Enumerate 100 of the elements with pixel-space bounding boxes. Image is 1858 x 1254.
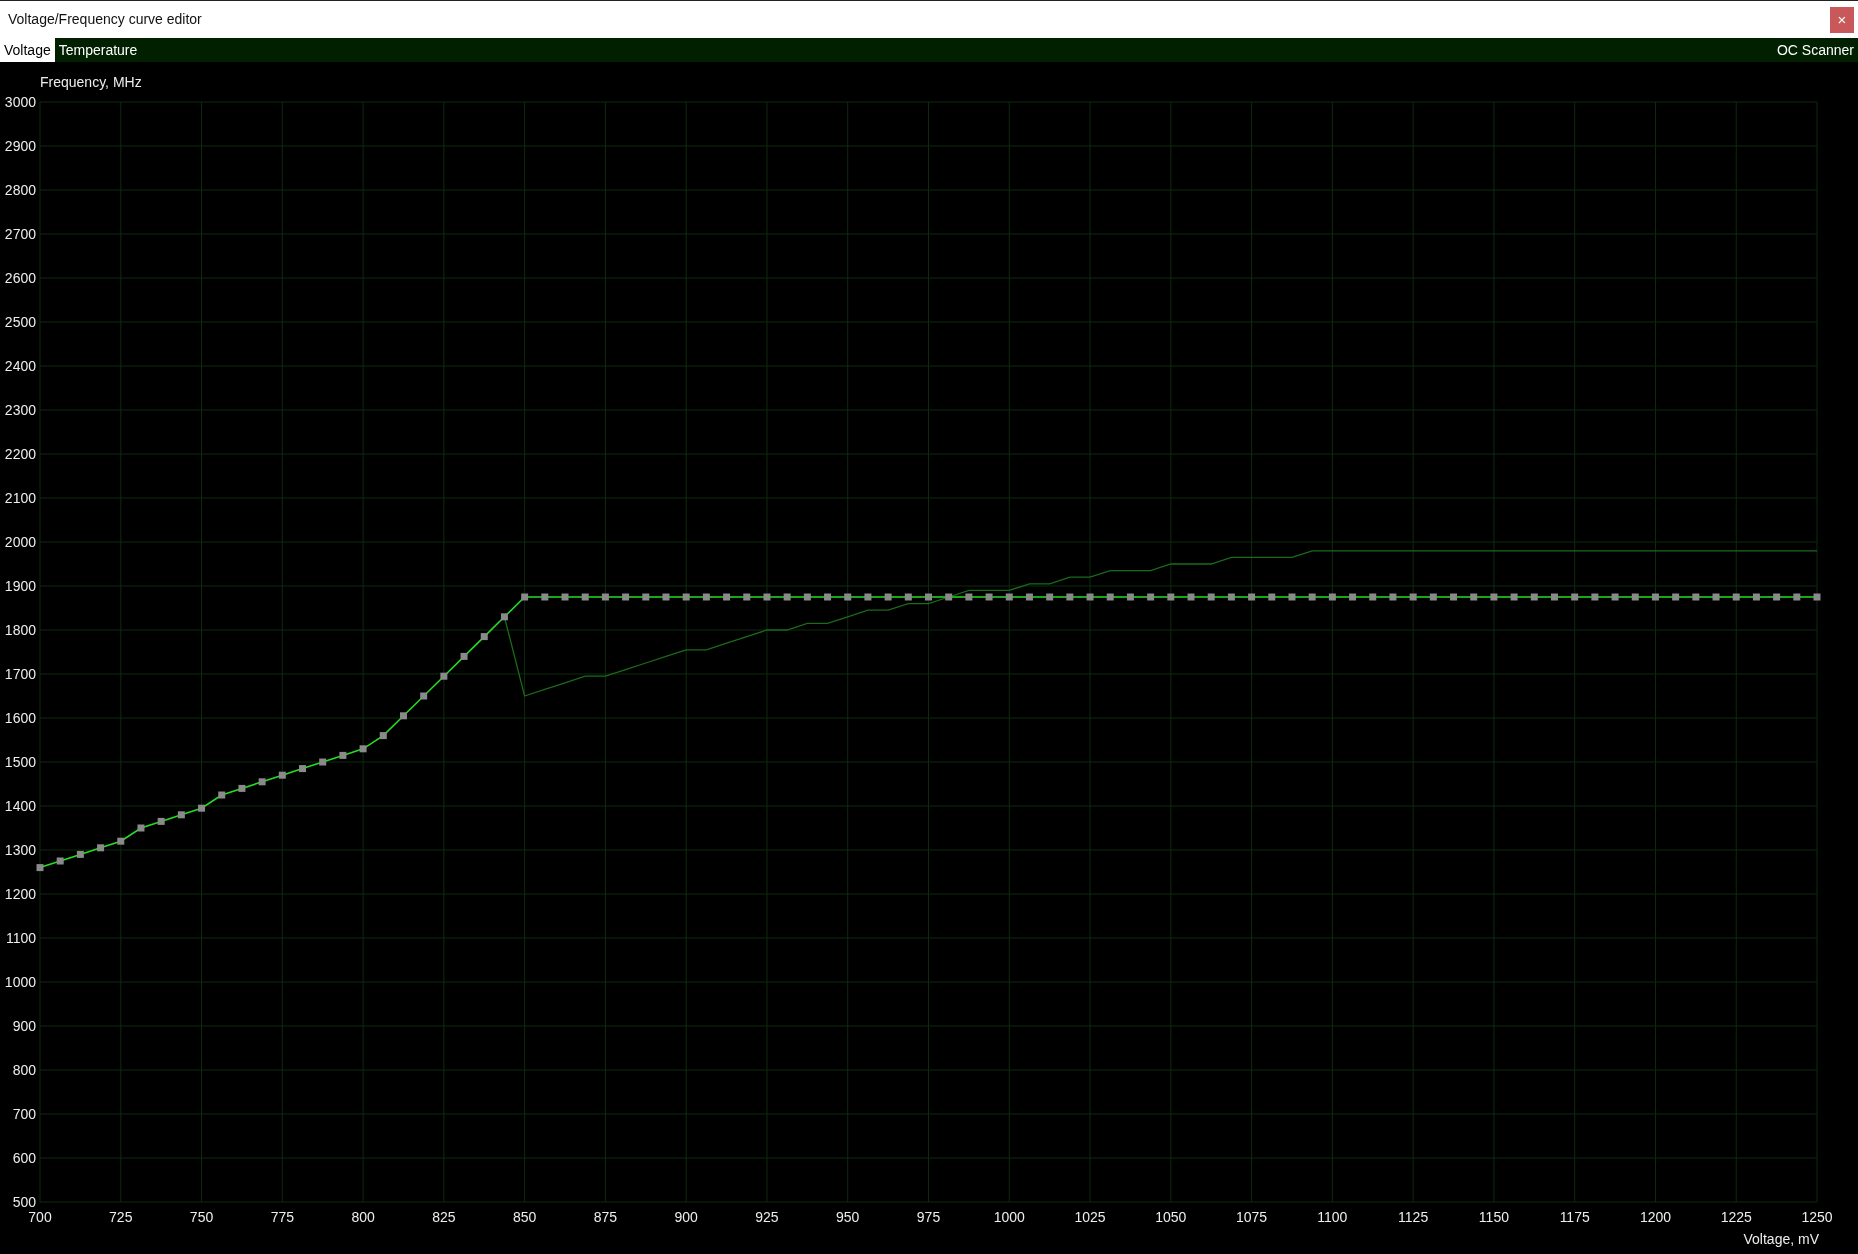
curve-point[interactable]	[1611, 593, 1619, 601]
curve-point[interactable]	[622, 593, 630, 601]
tab[interactable]: Voltage	[0, 38, 55, 62]
curve-point[interactable]	[1288, 593, 1296, 601]
curve-point[interactable]	[238, 784, 246, 792]
curve-point[interactable]	[581, 593, 589, 601]
curve-point[interactable]	[339, 751, 347, 759]
x-tick-label: 1075	[1236, 1209, 1268, 1225]
curve-point[interactable]	[1389, 593, 1397, 601]
y-tick-label: 2600	[4, 270, 36, 286]
curve-point[interactable]	[702, 593, 710, 601]
curve-point[interactable]	[1207, 593, 1215, 601]
curve-point[interactable]	[1349, 593, 1357, 601]
y-tick-label: 1400	[4, 798, 36, 814]
curve-point[interactable]	[1712, 593, 1720, 601]
curve-point[interactable]	[904, 593, 912, 601]
curve-point[interactable]	[420, 692, 428, 700]
x-tick-label: 800	[351, 1209, 375, 1225]
oc-scanner-button[interactable]: OC Scanner	[1772, 38, 1858, 62]
curve-point[interactable]	[1248, 593, 1256, 601]
curve-point[interactable]	[258, 778, 266, 786]
curve-point[interactable]	[500, 613, 508, 621]
curve-point[interactable]	[1066, 593, 1074, 601]
x-tick-label: 1150	[1478, 1209, 1509, 1225]
curve-point[interactable]	[1510, 593, 1518, 601]
curve-point[interactable]	[359, 745, 367, 753]
curve-point[interactable]	[299, 765, 306, 773]
curve-point[interactable]	[723, 593, 731, 601]
curve-point[interactable]	[1773, 593, 1781, 601]
curve-point[interactable]	[1732, 593, 1740, 601]
curve-point[interactable]	[965, 593, 973, 601]
curve-point[interactable]	[844, 593, 852, 601]
curve-point[interactable]	[1046, 593, 1054, 601]
curve-point[interactable]	[1429, 593, 1437, 601]
curve-point[interactable]	[1147, 593, 1155, 601]
curve-point[interactable]	[379, 732, 387, 740]
curve-point[interactable]	[480, 633, 488, 641]
curve-point[interactable]	[278, 771, 286, 779]
curve-point[interactable]	[56, 857, 64, 865]
x-tick-label: 1000	[993, 1209, 1025, 1225]
curve-point[interactable]	[803, 593, 811, 601]
curve-point[interactable]	[682, 593, 690, 601]
curve-point[interactable]	[1308, 593, 1316, 601]
curve-point[interactable]	[1752, 593, 1760, 601]
curve-point[interactable]	[945, 593, 953, 601]
curve-point[interactable]	[440, 672, 448, 680]
curve-point[interactable]	[1086, 593, 1094, 601]
curve-point[interactable]	[1106, 593, 1114, 601]
y-tick-label: 2100	[4, 490, 36, 506]
curve-point[interactable]	[177, 811, 185, 819]
curve-point[interactable]	[743, 593, 751, 601]
curve-point[interactable]	[1268, 593, 1276, 601]
curve-point[interactable]	[137, 824, 145, 832]
curve-point[interactable]	[1328, 593, 1336, 601]
curve-point[interactable]	[884, 593, 892, 601]
curve-point[interactable]	[1409, 593, 1417, 601]
curve-point[interactable]	[1005, 593, 1013, 601]
curve-point[interactable]	[157, 817, 165, 825]
curve-point[interactable]	[662, 593, 670, 601]
curve-point[interactable]	[1227, 593, 1235, 601]
x-tick-label: 925	[755, 1209, 779, 1225]
curve-point[interactable]	[1126, 593, 1134, 601]
curve-point[interactable]	[601, 593, 609, 601]
curve-point[interactable]	[541, 593, 549, 601]
curve-point[interactable]	[117, 837, 125, 845]
curve-point[interactable]	[561, 593, 569, 601]
curve-point[interactable]	[1793, 593, 1801, 601]
curve-point[interactable]	[1813, 593, 1821, 601]
x-tick-label: 750	[189, 1209, 214, 1225]
y-tick-label: 1500	[4, 754, 36, 770]
curve-point[interactable]	[319, 758, 327, 766]
curve-point[interactable]	[783, 593, 791, 601]
curve-point[interactable]	[36, 864, 44, 872]
curve-point[interactable]	[1025, 593, 1033, 601]
curve-point[interactable]	[1651, 593, 1659, 601]
y-tick-label: 1300	[4, 842, 36, 858]
curve-point[interactable]	[1187, 593, 1195, 601]
curve-point[interactable]	[460, 652, 468, 660]
curve-point[interactable]	[864, 593, 872, 601]
curve-point[interactable]	[1571, 593, 1579, 601]
curve-point[interactable]	[1167, 593, 1175, 601]
curve-point[interactable]	[1369, 593, 1377, 601]
close-button[interactable]: ×	[1830, 6, 1854, 33]
curve-point[interactable]	[400, 712, 407, 720]
curve-point[interactable]	[198, 804, 206, 812]
curve-point[interactable]	[763, 593, 771, 601]
curve-point[interactable]	[76, 850, 84, 858]
curve-point[interactable]	[1490, 593, 1498, 601]
curve-point[interactable]	[1591, 593, 1599, 601]
curve-point[interactable]	[1672, 593, 1680, 601]
curve-point[interactable]	[218, 791, 226, 799]
curve-point[interactable]	[824, 593, 832, 601]
curve-point[interactable]	[1692, 593, 1700, 601]
curve-point[interactable]	[521, 593, 529, 601]
curve-point[interactable]	[985, 593, 993, 601]
curve-point[interactable]	[642, 593, 650, 601]
curve-point[interactable]	[97, 844, 105, 852]
curve-point[interactable]	[1530, 593, 1538, 601]
curve-point[interactable]	[1631, 593, 1639, 601]
curve-point[interactable]	[1470, 593, 1478, 601]
